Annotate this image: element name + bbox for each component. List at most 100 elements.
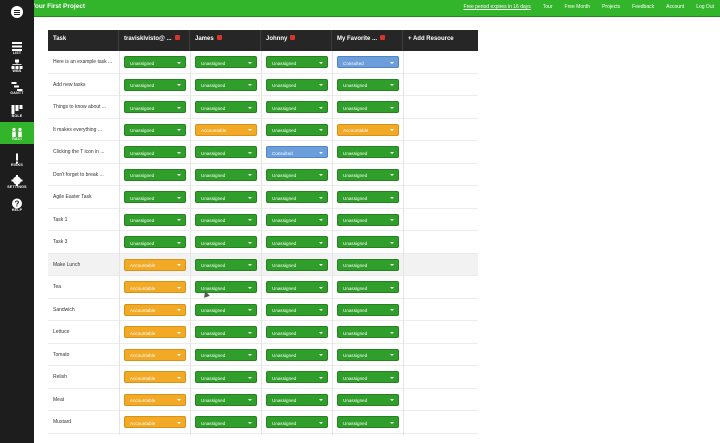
raci-select[interactable]: Unassigned [124,78,186,91]
raci-select[interactable]: Unassigned [266,56,328,68]
sidebar-item-help[interactable]: ? HELP [0,193,34,215]
raci-select[interactable]: Unassigned [195,326,257,338]
raci-select[interactable]: Unassigned [337,168,399,181]
raci-select[interactable]: Unassigned [266,101,328,113]
raci-select[interactable]: Unassigned [195,371,257,383]
task-name[interactable]: Clicking the T icon in ... [53,149,105,155]
raci-select[interactable]: Accountable [337,123,399,136]
raci-select[interactable]: Unassigned [266,236,328,248]
raci-select[interactable]: Unassigned [266,78,328,91]
raci-select[interactable]: Unassigned [266,393,328,406]
raci-select[interactable]: Unassigned [337,101,399,113]
raci-select[interactable]: Unassigned [337,371,399,383]
raci-select[interactable]: Unassigned [124,123,186,136]
sidebar-item-risks[interactable]: RISKS [0,148,34,170]
raci-select[interactable]: Unassigned [195,168,257,181]
raci-select[interactable]: Unassigned [337,146,399,158]
raci-select[interactable]: Unassigned [337,303,399,316]
task-name[interactable]: It makes everything ... [53,127,102,133]
raci-select[interactable]: Unassigned [337,236,399,248]
raci-select[interactable]: Unassigned [124,236,186,248]
remove-resource-icon[interactable] [174,35,180,40]
remove-resource-icon[interactable] [380,35,386,40]
raci-select[interactable]: Unassigned [337,281,399,293]
raci-select[interactable]: Unassigned [266,123,328,136]
task-name[interactable]: Mustard [53,419,71,425]
task-name[interactable]: Task 1 [53,217,67,223]
raci-select[interactable]: Unassigned [337,213,399,226]
raci-select[interactable]: Unassigned [195,146,257,158]
raci-select[interactable]: Accountable [195,123,257,136]
projects-link[interactable]: Projects [602,4,620,10]
raci-select[interactable]: Unassigned [195,348,257,361]
raci-select[interactable]: Unassigned [266,281,328,293]
raci-select[interactable]: Unassigned [195,416,257,428]
account-link[interactable]: Account [666,4,684,10]
menu-icon[interactable] [11,6,23,18]
task-name[interactable]: Lettuce [53,329,69,335]
raci-select[interactable]: Unassigned [124,213,186,226]
raci-select[interactable]: Unassigned [124,146,186,158]
task-name[interactable]: Add new tasks [53,82,86,88]
task-name[interactable]: Meat [53,397,64,403]
task-name[interactable]: Tea [53,284,61,290]
remove-resource-icon[interactable] [216,35,222,40]
remove-resource-icon[interactable] [290,35,296,40]
tour-link[interactable]: Tour [543,4,553,10]
feedback-link[interactable]: Feedback [632,4,654,10]
task-name[interactable]: Don't forget to break ... [53,172,104,178]
raci-select[interactable]: Unassigned [266,213,328,226]
raci-select[interactable]: Accountable [124,281,186,293]
sidebar-item-settings[interactable]: SETTINGS [0,170,34,192]
task-name[interactable]: Task 3 [53,239,67,245]
column-header-resource[interactable]: My Favorite ... [332,30,403,51]
raci-select[interactable]: Consulted [266,146,328,158]
raci-select[interactable]: Unassigned [124,168,186,181]
trial-expiry-link[interactable]: Free period expires in 16 days [464,4,531,10]
raci-select[interactable]: Unassigned [337,348,399,361]
raci-select[interactable]: Accountable [124,258,186,271]
raci-select[interactable]: Unassigned [266,168,328,181]
add-resource-button[interactable]: + Add Resource [403,30,478,51]
raci-select[interactable]: Unassigned [337,78,399,91]
raci-select[interactable]: Unassigned [266,416,328,428]
raci-select[interactable]: Unassigned [337,191,399,203]
task-name[interactable]: Sandwich [53,307,75,313]
raci-select[interactable]: Accountable [124,303,186,316]
sidebar-item-gantt[interactable]: GANTT [0,76,34,98]
raci-select[interactable]: Unassigned [195,393,257,406]
raci-select[interactable]: Consulted [337,56,399,68]
raci-select[interactable]: Accountable [124,416,186,428]
column-header-resource[interactable]: travisklvisto@ ... [119,30,190,51]
sidebar-item-raci[interactable]: RACI [0,122,34,144]
sidebar-item-bole[interactable]: BOLE [0,99,34,121]
raci-select[interactable]: Unassigned [266,371,328,383]
raci-select[interactable]: Accountable [124,393,186,406]
raci-select[interactable]: Unassigned [124,56,186,68]
task-name[interactable]: Tomato [53,352,69,358]
raci-select[interactable]: Unassigned [337,393,399,406]
raci-select[interactable]: Unassigned [266,258,328,271]
task-name[interactable]: Things to know about ... [53,104,106,110]
raci-select[interactable]: Unassigned [266,303,328,316]
raci-select[interactable]: Unassigned [195,101,257,113]
column-header-resource[interactable]: Johnny [261,30,332,51]
raci-select[interactable]: Unassigned [195,303,257,316]
task-name[interactable]: Make Lunch [53,262,80,268]
raci-select[interactable]: Unassigned [266,191,328,203]
free-month-link[interactable]: Free Month [565,4,591,10]
sidebar-item-wbs[interactable]: WBS [0,54,34,76]
raci-select[interactable]: Unassigned [337,258,399,271]
raci-select[interactable]: Unassigned [195,191,257,203]
logout-link[interactable]: Log Out [696,4,714,10]
task-name[interactable]: Here is an example task ... [53,59,112,65]
raci-select[interactable]: Accountable [124,326,186,338]
raci-select[interactable]: Accountable [124,348,186,361]
raci-select[interactable]: Unassigned [195,258,257,271]
raci-select[interactable]: Unassigned [195,78,257,91]
raci-select[interactable]: Unassigned [266,348,328,361]
raci-select[interactable]: Unassigned [195,213,257,226]
task-name[interactable]: Relish [53,374,67,380]
raci-select[interactable]: Unassigned [266,326,328,338]
task-name[interactable]: Agile Easter Task [53,194,92,200]
